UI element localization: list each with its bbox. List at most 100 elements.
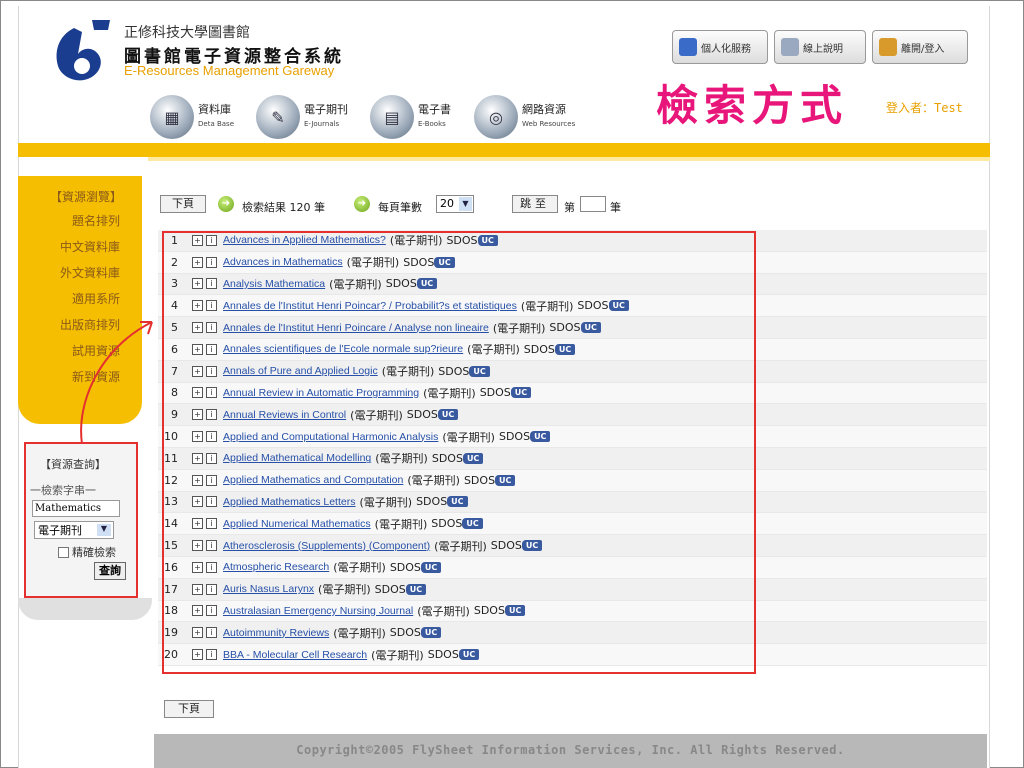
uc-badge[interactable]: UC	[416, 278, 438, 290]
expand-icon[interactable]: +	[192, 540, 203, 552]
search-keyword-input[interactable]	[32, 500, 120, 517]
uc-badge[interactable]: UC	[462, 518, 483, 530]
uc-badge[interactable]: UC	[608, 300, 629, 312]
info-icon[interactable]: i	[206, 496, 217, 508]
info-icon[interactable]: i	[206, 234, 217, 246]
result-title-link[interactable]: Annales de l'Institut Henri Poincare / A…	[223, 322, 489, 334]
exit-login-button[interactable]: 離開/登入	[872, 30, 968, 64]
result-title-link[interactable]: Applied and Computational Harmonic Analy…	[223, 431, 438, 443]
uc-badge[interactable]: UC	[447, 496, 468, 508]
info-icon[interactable]: i	[206, 627, 217, 639]
expand-icon[interactable]: +	[192, 256, 203, 268]
expand-icon[interactable]: +	[192, 387, 203, 399]
uc-badge[interactable]: UC	[458, 649, 480, 661]
jump-record-input[interactable]	[580, 196, 606, 212]
info-icon[interactable]: i	[206, 518, 217, 530]
info-icon[interactable]: i	[206, 343, 217, 355]
result-title-link[interactable]: Autoimmunity Reviews	[223, 627, 329, 639]
info-icon[interactable]: i	[206, 431, 217, 443]
search-submit-button[interactable]: 查詢	[94, 562, 126, 580]
expand-icon[interactable]: +	[192, 627, 203, 639]
info-icon[interactable]: i	[206, 387, 217, 399]
info-icon[interactable]: i	[206, 322, 217, 334]
expand-icon[interactable]: +	[192, 561, 203, 573]
info-icon[interactable]: i	[206, 540, 217, 552]
expand-icon[interactable]: +	[192, 605, 203, 617]
info-icon[interactable]: i	[206, 409, 217, 421]
nav-ejournals[interactable]: ✎ 電子期刊 E-Journals	[256, 92, 348, 142]
expand-icon[interactable]: +	[192, 431, 203, 443]
personal-service-button[interactable]: 個人化服務	[672, 30, 768, 64]
result-title-link[interactable]: Annals of Pure and Applied Logic	[223, 365, 378, 377]
expand-icon[interactable]: +	[192, 300, 203, 312]
nav-ebooks[interactable]: ▤ 電子書 E-Books	[370, 92, 451, 142]
result-title-link[interactable]: Applied Mathematical Modelling	[223, 452, 371, 464]
info-icon[interactable]: i	[206, 278, 217, 290]
result-title-link[interactable]: Advances in Mathematics	[223, 256, 343, 268]
uc-badge[interactable]: UC	[504, 605, 526, 617]
expand-icon[interactable]: +	[192, 649, 203, 661]
info-icon[interactable]: i	[206, 649, 217, 661]
result-title-link[interactable]: BBA - Molecular Cell Research	[223, 649, 367, 661]
result-title-link[interactable]: Annual Reviews in Control	[223, 409, 346, 421]
result-title-link[interactable]: Auris Nasus Larynx	[223, 583, 314, 595]
info-icon[interactable]: i	[206, 256, 217, 268]
jump-button[interactable]: 跳至	[512, 195, 558, 213]
expand-icon[interactable]: +	[192, 234, 203, 246]
result-title-link[interactable]: Australasian Emergency Nursing Journal	[223, 605, 413, 617]
result-title-link[interactable]: Applied Numerical Mathematics	[223, 518, 371, 530]
uc-badge[interactable]: UC	[469, 365, 490, 377]
uc-badge[interactable]: UC	[580, 322, 601, 334]
expand-icon[interactable]: +	[192, 343, 203, 355]
uc-badge[interactable]: UC	[420, 561, 442, 573]
uc-badge[interactable]: UC	[530, 431, 551, 443]
uc-badge[interactable]: UC	[495, 474, 516, 486]
expand-icon[interactable]: +	[192, 496, 203, 508]
expand-icon[interactable]: +	[192, 518, 203, 530]
result-title-link[interactable]: Advances in Applied Mathematics?	[223, 234, 386, 246]
expand-icon[interactable]: +	[192, 583, 203, 595]
result-title-link[interactable]: Analysis Mathematica	[223, 278, 325, 290]
uc-badge[interactable]: UC	[420, 627, 442, 639]
sidebar-item-foreign-db[interactable]: 外文資料庫	[60, 264, 120, 281]
info-icon[interactable]: i	[206, 365, 217, 377]
result-title-link[interactable]: Annales scientifiques de l'Ecole normale…	[223, 343, 463, 355]
info-icon[interactable]: i	[206, 452, 217, 464]
uc-badge[interactable]: UC	[434, 256, 455, 268]
result-title-link[interactable]: Atmospheric Research	[223, 561, 329, 573]
result-title-link[interactable]: Applied Mathematics and Computation	[223, 474, 403, 486]
exact-search-checkbox[interactable]: 精確檢索	[58, 544, 116, 560]
expand-icon[interactable]: +	[192, 474, 203, 486]
uc-badge[interactable]: UC	[521, 540, 543, 552]
info-icon[interactable]: i	[206, 474, 217, 486]
uc-badge[interactable]: UC	[437, 409, 459, 421]
result-title-link[interactable]: Applied Mathematics Letters	[223, 496, 355, 508]
expand-icon[interactable]: +	[192, 365, 203, 377]
per-page-select[interactable]: 20 ▼	[436, 195, 474, 213]
expand-icon[interactable]: +	[192, 278, 203, 290]
uc-badge[interactable]: UC	[554, 343, 576, 355]
expand-icon[interactable]: +	[192, 452, 203, 464]
uc-badge[interactable]: UC	[477, 234, 498, 246]
info-icon[interactable]: i	[206, 583, 217, 595]
sidebar-item-title[interactable]: 題名排列	[72, 212, 120, 229]
uc-badge[interactable]: UC	[462, 452, 484, 464]
info-icon[interactable]: i	[206, 605, 217, 617]
uc-badge[interactable]: UC	[510, 387, 532, 399]
result-title-link[interactable]: Atherosclerosis (Supplements) (Component…	[223, 540, 430, 552]
info-icon[interactable]: i	[206, 561, 217, 573]
nav-web-resources[interactable]: ◎ 網路資源 Web Resources	[474, 92, 575, 142]
uc-badge[interactable]: UC	[405, 583, 427, 595]
sidebar-item-chinese-db[interactable]: 中文資料庫	[60, 238, 120, 255]
expand-icon[interactable]: +	[192, 409, 203, 421]
next-page-button[interactable]: 下頁	[160, 195, 206, 213]
result-title-link[interactable]: Annales de l'Institut Henri Poincar? / P…	[223, 300, 517, 312]
bottom-next-page-button[interactable]: 下頁	[164, 700, 214, 718]
nav-database[interactable]: ▦ 資料庫 Deta Base	[150, 92, 234, 142]
online-help-button[interactable]: 線上說明	[774, 30, 866, 64]
info-icon[interactable]: i	[206, 300, 217, 312]
expand-icon[interactable]: +	[192, 322, 203, 334]
sidebar-item-department[interactable]: 適用系所	[72, 290, 120, 307]
result-title-link[interactable]: Annual Review in Automatic Programming	[223, 387, 419, 399]
search-type-select[interactable]: 電子期刊 ▼	[34, 521, 114, 539]
